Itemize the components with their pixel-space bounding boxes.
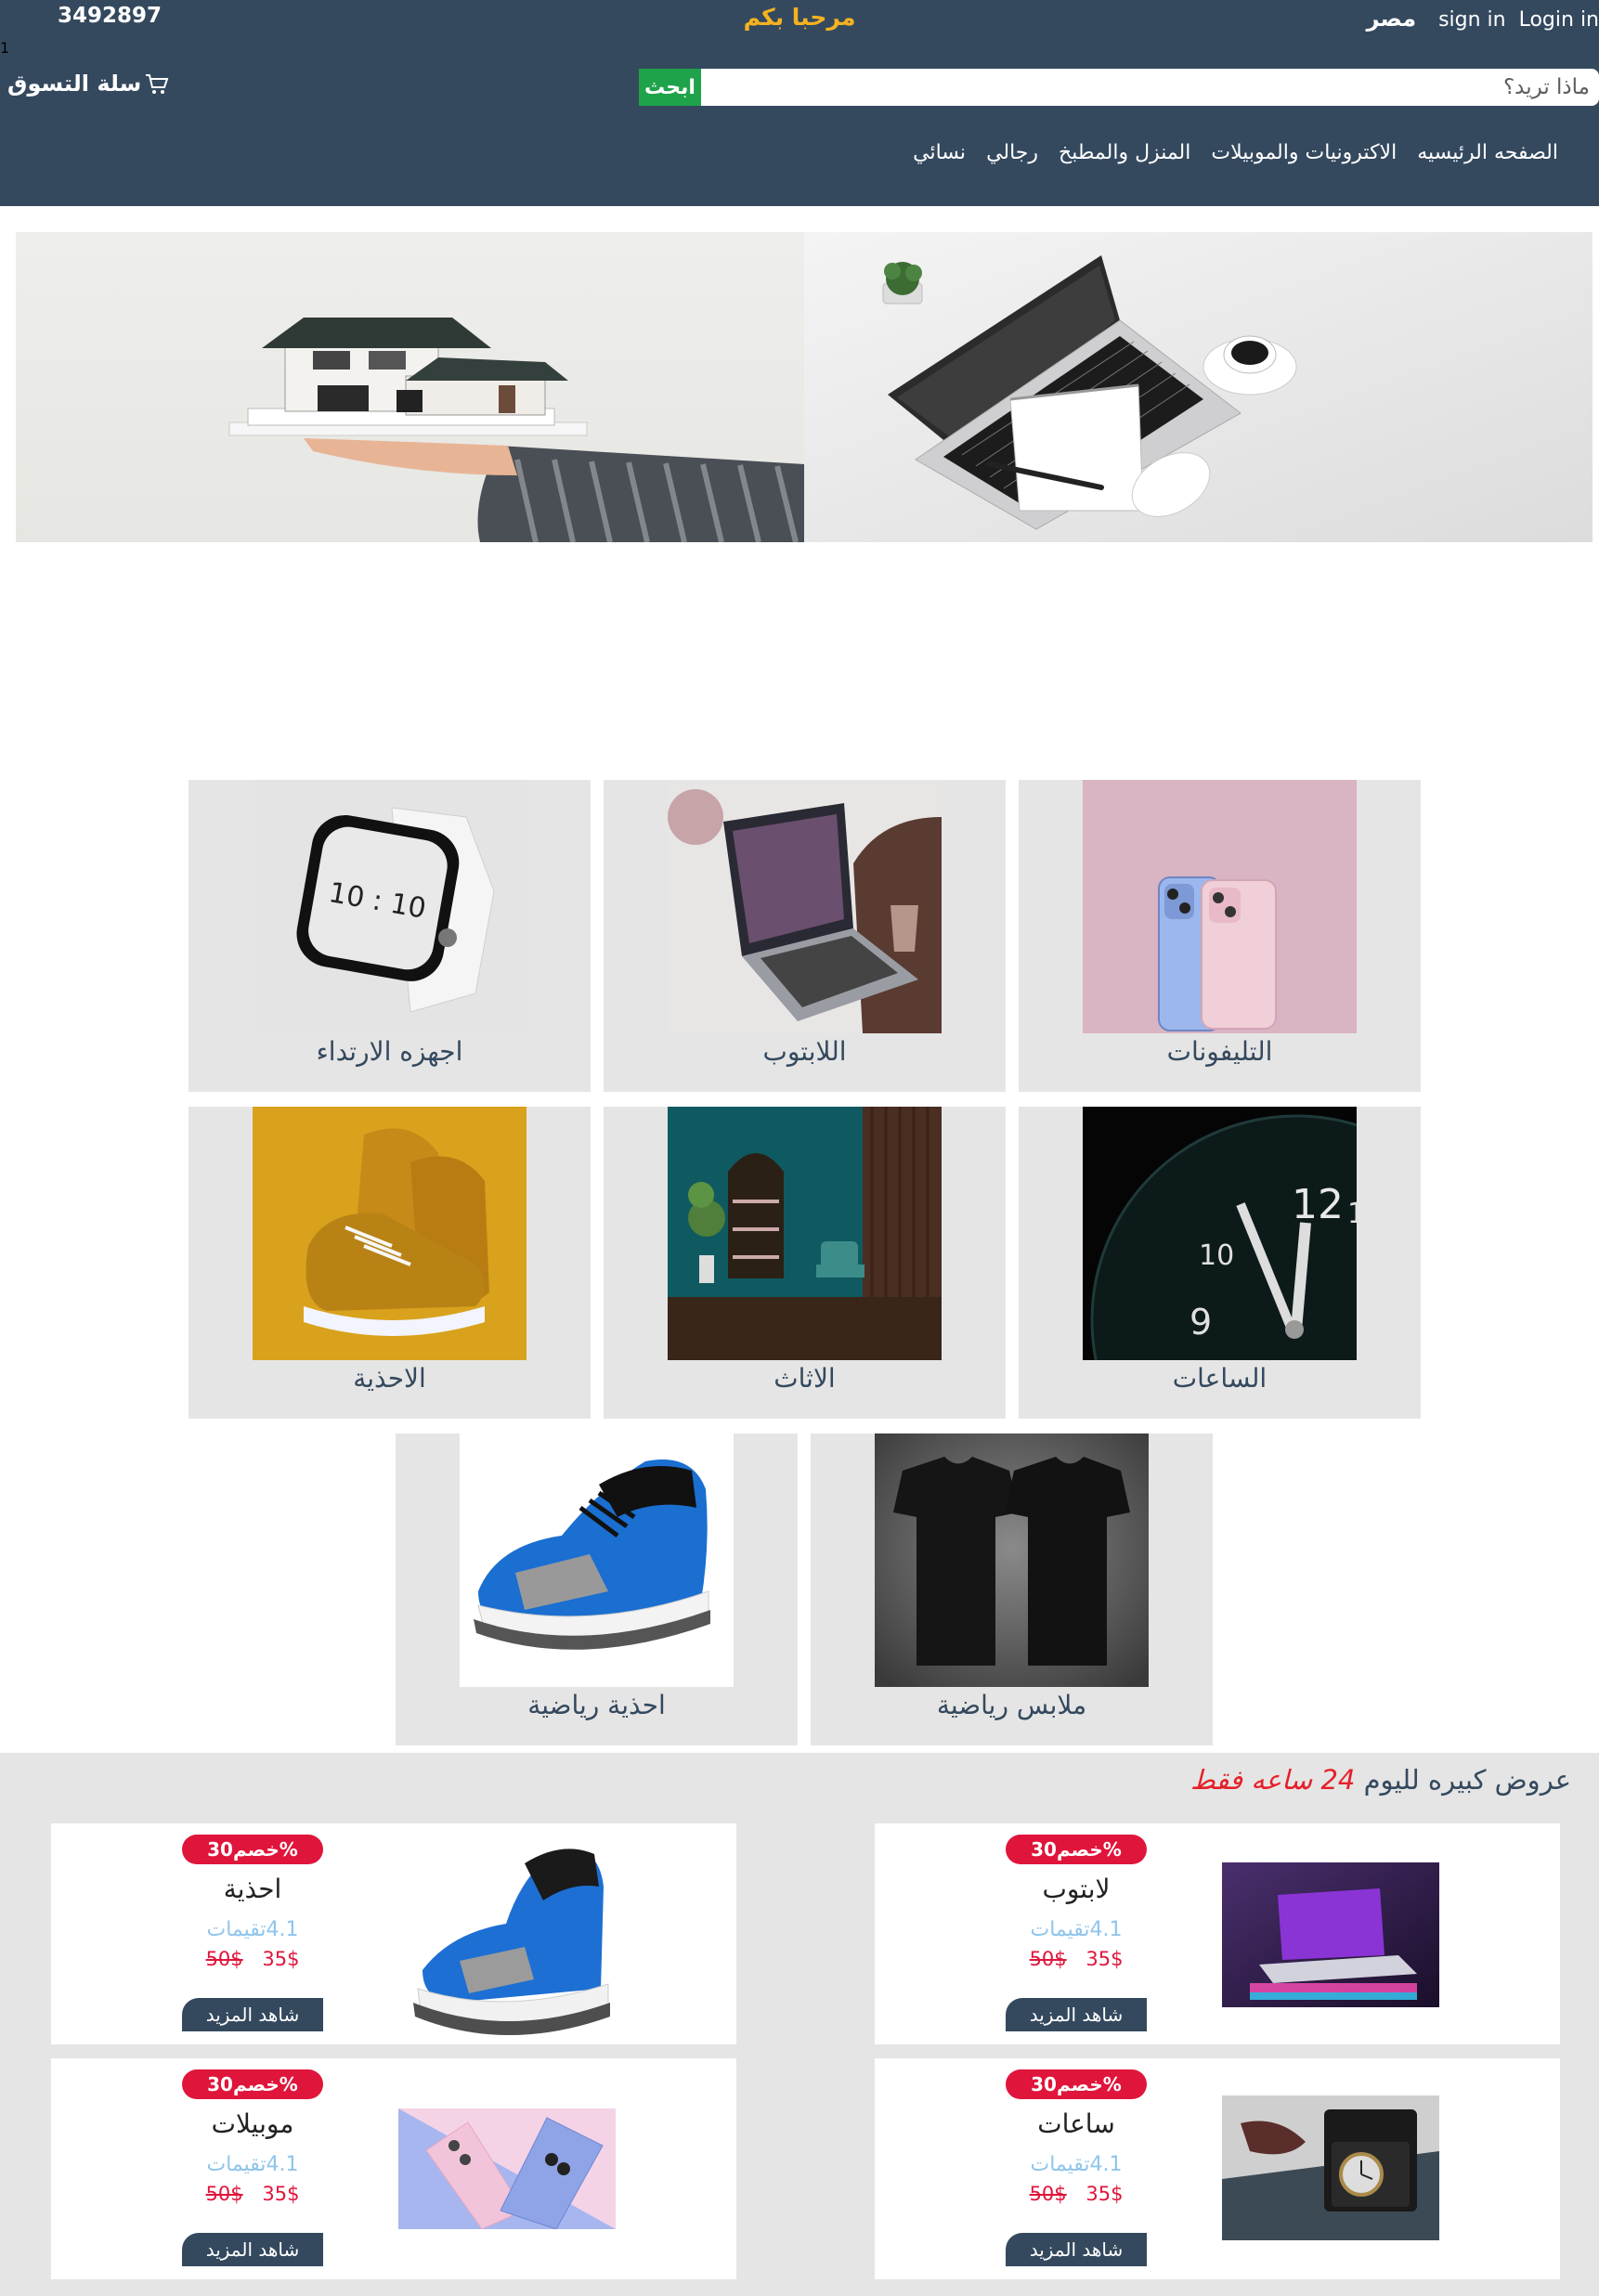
new-price: 35$ [262,2183,300,2205]
offer-card-mobiles[interactable]: خصم30% موبيلات 4.1تقيمات 50$ 35$ شاهد ال… [51,2058,736,2279]
offer-prices: 50$ 35$ [144,2183,361,2205]
search-button[interactable]: ابحث [639,69,701,106]
clock-image: 12 10 9 1 [1083,1107,1357,1360]
offer-prices: 50$ 35$ [968,1948,1185,1970]
category-label: ملابس رياضية [936,1690,1087,1720]
category-label: التليفونات [1166,1036,1273,1067]
category-card-sport-shoes[interactable]: احذية رياضية [396,1433,798,1745]
offer-rating: 4.1تقيمات [1030,1918,1123,1941]
category-label: الساعات [1172,1363,1268,1394]
see-more-button[interactable]: شاهد المزيد [1006,2233,1147,2266]
laptop-image [668,780,942,1033]
offers-title-main: عروض كبيره لليوم [1363,1764,1571,1796]
shoe-offer-image [395,1831,618,2041]
offers-title-highlight: 24 ساعه فقط [1190,1764,1356,1796]
search-bar: ابحث [639,69,1599,106]
old-price: 50$ [1029,2183,1067,2205]
category-label: الاحذية [353,1363,426,1394]
header: سلة التسوق 1 ابحث الصفحه الرئيسيه الاكتر… [0,39,1599,206]
offer-name: احذية [223,1874,282,1904]
tshirts-image [875,1433,1149,1687]
category-label: الاثاث [774,1363,836,1394]
offer-prices: 50$ 35$ [144,1948,361,1970]
svg-text:12: 12 [1292,1181,1344,1228]
offer-name: موبيلات [211,2108,294,2139]
sneaker-image [460,1433,734,1687]
new-price: 35$ [262,1948,300,1970]
cart-label: سلة التسوق [7,71,142,97]
offer-rating: 4.1تقيمات [206,2153,299,2176]
category-card-shoes[interactable]: الاحذية [188,1107,591,1419]
category-card-clocks[interactable]: 12 10 9 1 الساعات [1019,1107,1421,1419]
nav-men[interactable]: رجالي [986,141,1038,164]
cart-icon [145,73,169,94]
nav-home[interactable]: الصفحه الرئيسيه [1417,141,1558,164]
new-price: 35$ [1086,1948,1124,1970]
see-more-button[interactable]: شاهد المزيد [182,2233,323,2266]
offer-rating: 4.1تقيمات [1030,2153,1123,2176]
nav-home-kitchen[interactable]: المنزل والمطبخ [1059,141,1190,164]
discount-badge: خصم30% [1006,2069,1147,2099]
offer-card-shoes[interactable]: خصم30% احذية 4.1تقيمات 50$ 35$ شاهد المز… [51,1823,736,2044]
category-label: اللابتوب [762,1036,847,1067]
shoes-image [253,1107,526,1360]
offer-rating: 4.1تقيمات [206,1918,299,1941]
category-label: اجهزه الارتداء [316,1036,463,1067]
discount-badge: خصم30% [182,2069,323,2099]
category-card-laptop[interactable]: اللابتوب [604,780,1006,1092]
svg-text:1: 1 [1347,1198,1357,1230]
category-card-wearables[interactable]: 10 : 10 اجهزه الارتداء [188,780,591,1092]
nav-electronics[interactable]: الاكترونيات والموبيلات [1211,141,1397,164]
offers-section: عروض كبيره لليوم 24 ساعه فقط خصم30% لابت… [0,1753,1599,2296]
see-more-button[interactable]: شاهد المزيد [182,1998,323,2031]
nav-women[interactable]: نسائي [913,141,966,164]
offers-title: عروض كبيره لليوم 24 ساعه فقط [1190,1764,1571,1796]
category-card-sportswear[interactable]: ملابس رياضية [811,1433,1213,1745]
furniture-image [668,1107,942,1360]
discount-badge: خصم30% [182,1835,323,1864]
house-banner-image[interactable] [16,232,804,542]
category-card-furniture[interactable]: الاثاث [604,1107,1006,1419]
sign-in-link[interactable]: sign in [1438,8,1506,32]
new-price: 35$ [1086,2183,1124,2205]
old-price: 50$ [205,1948,243,1970]
see-more-button[interactable]: شاهد المزيد [1006,1998,1147,2031]
watch-offer-image [1222,2095,1439,2240]
offer-card-laptop[interactable]: خصم30% لابتوب 4.1تقيمات 50$ 35$ شاهد الم… [875,1823,1560,2044]
main-nav: الصفحه الرئيسيه الاكترونيات والموبيلات ا… [913,141,1558,164]
phones-image [1083,780,1357,1033]
offer-prices: 50$ 35$ [968,2183,1185,2205]
offer-name: لابتوب [1042,1874,1111,1904]
country-selector[interactable]: مصر [1367,6,1416,32]
old-price: 50$ [205,2183,243,2205]
discount-badge: خصم30% [1006,1835,1147,1864]
smartwatch-image: 10 : 10 [253,780,526,1033]
offer-name: ساعات [1037,2108,1115,2139]
cart-button[interactable]: سلة التسوق [7,71,169,97]
login-link[interactable]: Login in [1519,8,1599,32]
cart-count-badge: 1 [0,39,10,57]
top-bar: 3492897 مرحبا بكم مصر sign in Login in [0,0,1599,39]
category-label: احذية رياضية [527,1690,666,1720]
mobile-offer-image [398,2108,616,2229]
svg-text:10: 10 [1199,1239,1234,1272]
category-card-phones[interactable]: التليفونات [1019,780,1421,1092]
offer-card-watches[interactable]: خصم30% ساعات 4.1تقيمات 50$ 35$ شاهد المز… [875,2058,1560,2279]
account-links: مصر sign in Login in [1367,6,1599,32]
old-price: 50$ [1029,1948,1067,1970]
hero-banner [16,232,1592,542]
welcome-text: مرحبا بكم [743,4,856,31]
search-input[interactable] [701,69,1599,106]
laptop-offer-image [1222,1862,1439,2007]
svg-text:9: 9 [1190,1302,1212,1343]
laptop-banner-image[interactable] [804,232,1592,542]
